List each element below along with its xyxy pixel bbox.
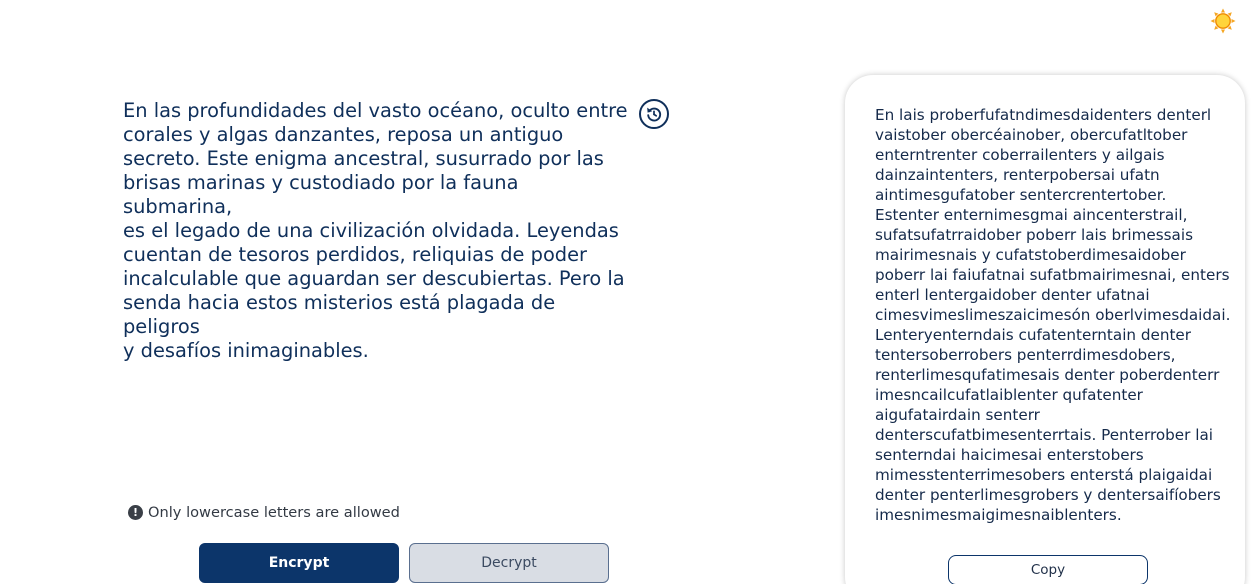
ciphertext-line: senterndai haicimesai enterstobers [875, 446, 1144, 464]
ciphertext-line: mimesstenterrimesobers enterstá plaigaid… [875, 466, 1213, 484]
ciphertext-line: vaistober obercéainober, obercufatltober [875, 126, 1188, 144]
ciphertext-line: sufatsufatrraidober poberr lais brimessa… [875, 226, 1193, 244]
plaintext-line: senda hacia estos misterios está plagada… [123, 291, 562, 338]
ciphertext-line: imesncailcufatlaiblenter qufatenter [875, 386, 1143, 404]
notice-text: Only lowercase letters are allowed [148, 504, 400, 521]
copy-button[interactable]: Copy [948, 555, 1148, 584]
plaintext-line: es el legado de una civilización olvidad… [123, 219, 619, 242]
cipher-app: En las profundidades del vasto océano, o… [0, 0, 1251, 584]
plaintext-line: cuentan de tesoros perdidos, reliquias d… [123, 243, 588, 266]
ciphertext-line: poberr lai faiufatnai sufatbmairimesnai,… [875, 266, 1230, 284]
plaintext-line: corales y algas danzantes, reposa un ant… [123, 123, 564, 146]
ciphertext-line: tentersoberrobers penterrdimesdobers, [875, 346, 1176, 364]
output-card: En lais proberfufatndimesdaidenters dent… [845, 75, 1245, 584]
decrypt-button[interactable]: Decrypt [409, 543, 609, 583]
sun-icon [1210, 8, 1236, 34]
ciphertext-line: denter penterlimesgrobers y dentersaifío… [875, 486, 1221, 504]
plaintext-line: y desafíos inimaginables. [123, 339, 369, 362]
ciphertext-line: dainzaintenters, renterpobersai ufatn [875, 166, 1160, 184]
ciphertext-line: aintimesgufatober sentercrentertober. [875, 186, 1167, 204]
ciphertext-line: Lenteryenterndais cufatenterntain denter [875, 326, 1192, 344]
ciphertext-line: enterl lentergaidober denter ufatnai [875, 286, 1150, 304]
plaintext-line: brisas marinas y custodiado por la fauna… [123, 171, 525, 218]
plaintext-line: En las profundidades del vasto océano, o… [123, 99, 628, 122]
ciphertext-line: enterntrenter coberrailenters y ailgais [875, 146, 1165, 164]
ciphertext-line: denterscufatbimesenterrtais. Penterrober… [875, 426, 1213, 444]
ciphertext-line: Estenter enternimesgmai aincenterstrail, [875, 206, 1188, 224]
encrypt-button[interactable]: Encrypt [199, 543, 399, 583]
rotate-ccw-icon [647, 107, 662, 122]
ciphertext-line: aigufatairdain senterr [875, 406, 1040, 424]
plaintext-input[interactable]: En las profundidades del vasto océano, o… [123, 99, 633, 363]
ciphertext-line: mairimesnais y cufatstoberdimesaidober [875, 246, 1186, 264]
ciphertext-output: En lais proberfufatndimesdaidenters dent… [875, 105, 1240, 525]
ciphertext-line: renterlimesqufatimesais denter poberdent… [875, 366, 1220, 384]
plaintext-line: incalculable que aguardan ser descubiert… [123, 267, 625, 290]
exclamation-circle-icon: ! [128, 505, 143, 520]
plaintext-line: secreto. Este enigma ancestral, susurrad… [123, 147, 604, 170]
ciphertext-line: imesnimesmaigimesnaiblenters. [875, 506, 1122, 524]
reset-button[interactable] [639, 99, 669, 129]
theme-toggle-button[interactable] [1210, 8, 1236, 34]
ciphertext-line: cimesvimeslimeszaicimesón oberlvimesdaid… [875, 306, 1231, 324]
validation-notice: ! Only lowercase letters are allowed [128, 504, 400, 521]
ciphertext-line: En lais proberfufatndimesdaidenters dent… [875, 106, 1212, 124]
